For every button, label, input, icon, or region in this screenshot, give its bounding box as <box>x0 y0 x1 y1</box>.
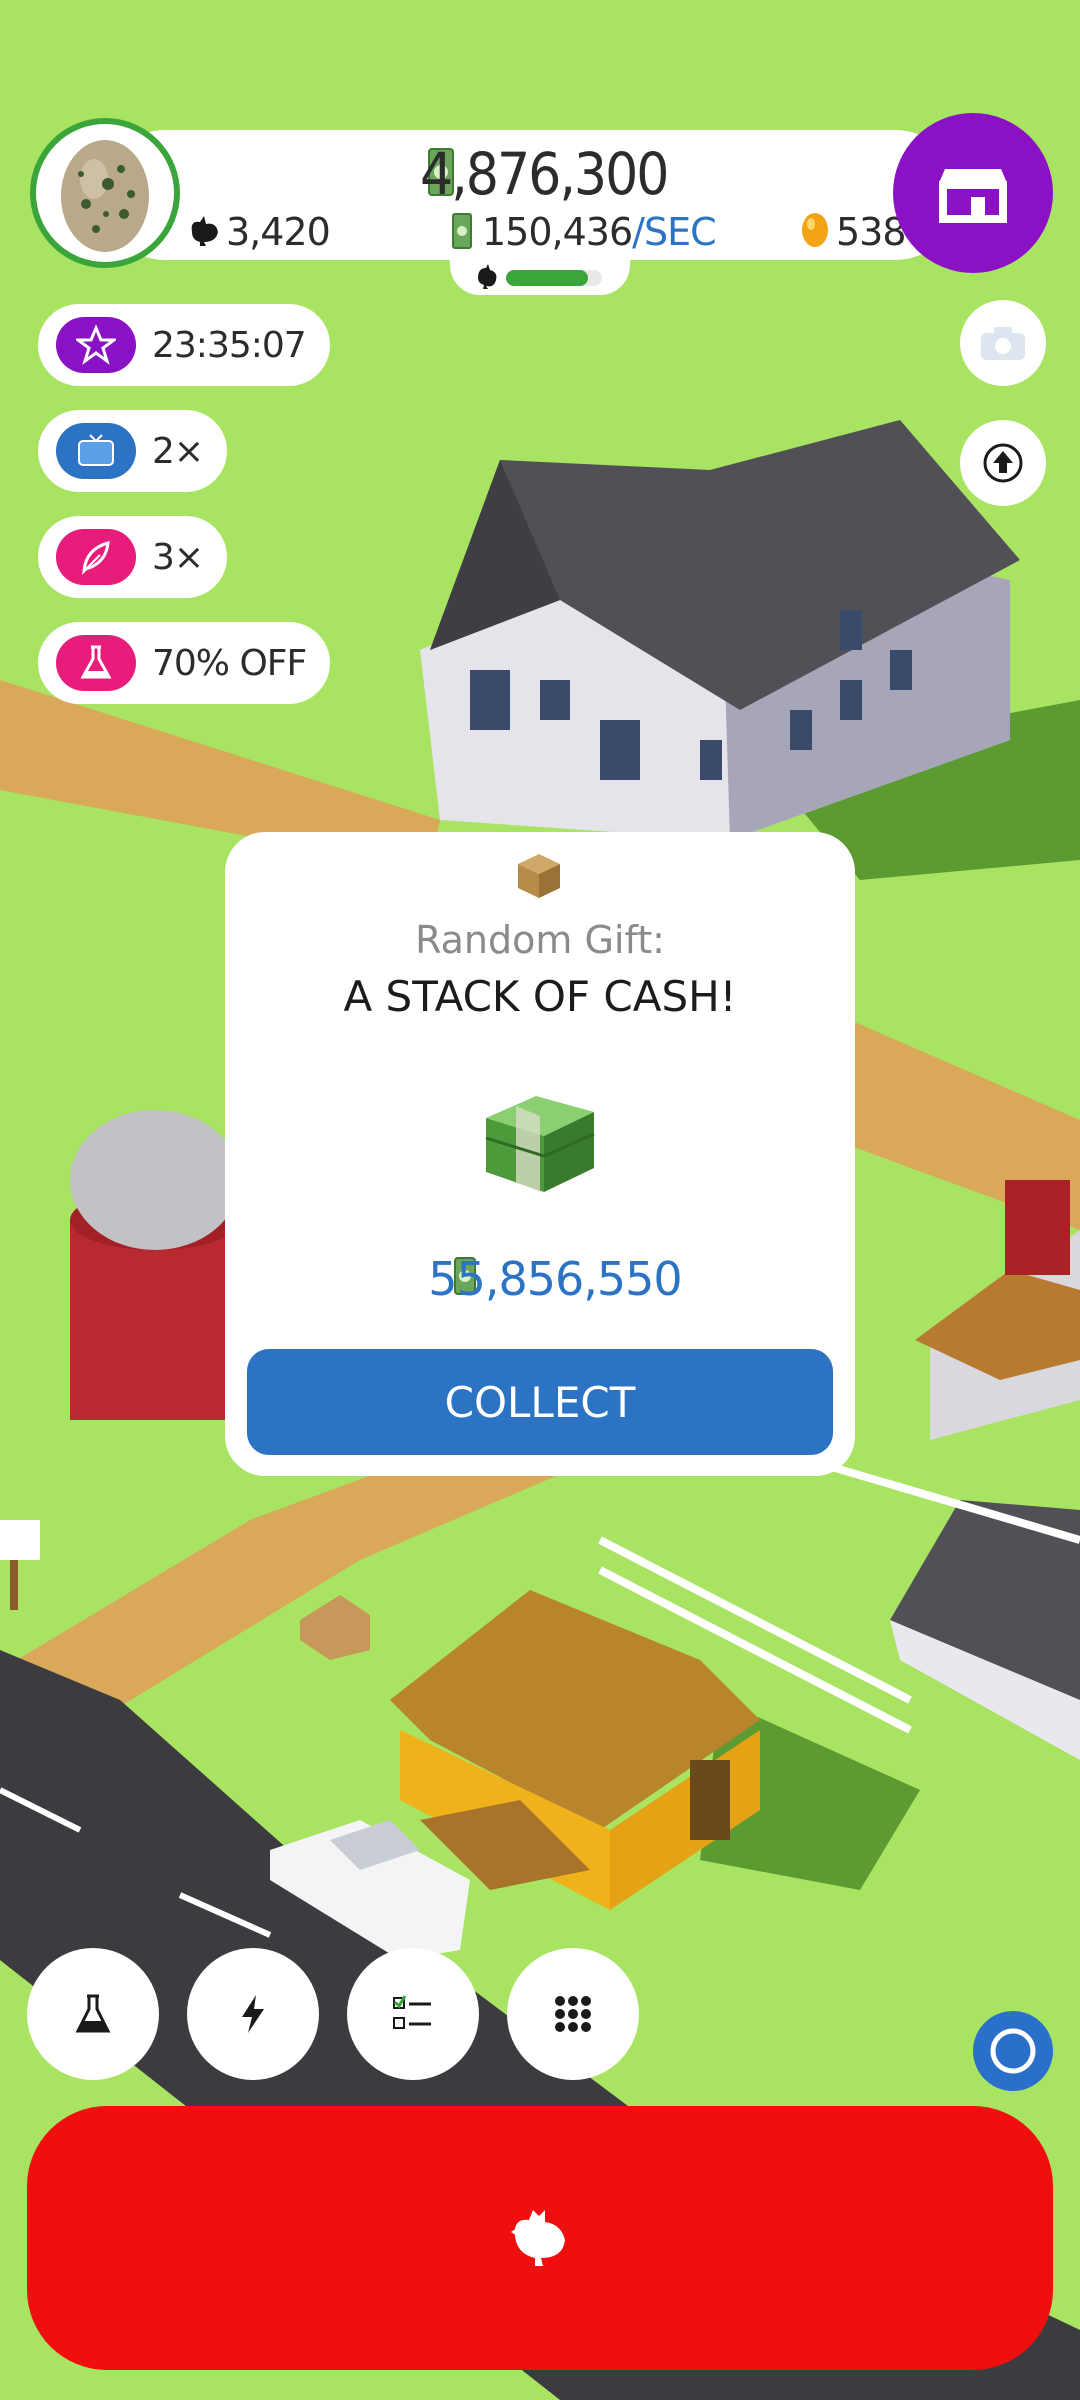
boost-icon-bg <box>56 529 136 585</box>
missions-button[interactable] <box>347 1948 479 2080</box>
circle-icon <box>990 2028 1036 2074</box>
boost-icon-bg <box>56 317 136 373</box>
egg-type-button[interactable] <box>30 118 180 268</box>
cash-rate: 150,436/SEC <box>482 210 717 254</box>
chicken-count: 3,420 <box>226 210 331 254</box>
menu-button[interactable] <box>507 1948 639 2080</box>
up-arrow-icon <box>983 443 1023 483</box>
hatch-chicken-button[interactable] <box>27 2106 1053 2370</box>
feather-icon <box>82 540 110 575</box>
flask-icon <box>80 645 112 679</box>
chick-icon <box>478 264 497 289</box>
boost-label: 23:35:07 <box>152 324 307 366</box>
gift-box-icon <box>518 854 560 898</box>
boost-icon-bg <box>56 635 136 691</box>
boosts-button[interactable] <box>187 1948 319 2080</box>
gift-amount: 55,856,550 <box>428 1252 682 1306</box>
boost-tv-multiplier[interactable]: 2× <box>38 410 228 492</box>
chicken-icon <box>511 2210 565 2266</box>
cash-icon <box>452 213 472 249</box>
upgrade-button[interactable] <box>960 420 1046 506</box>
golden-egg-icon <box>802 213 828 247</box>
progress-fill <box>506 270 588 286</box>
star-icon <box>76 325 116 365</box>
assistant-button[interactable] <box>973 2011 1053 2091</box>
cash-stack-icon <box>485 1096 595 1192</box>
lightning-icon <box>242 1995 264 2033</box>
gift-subtitle: A STACK OF CASH! <box>343 972 737 1021</box>
flask-icon <box>75 1994 111 2033</box>
shop-icon <box>939 169 1007 223</box>
boost-label: 2× <box>152 430 204 472</box>
camera-button[interactable] <box>960 300 1046 386</box>
tv-icon <box>78 434 114 466</box>
chicken-icon <box>191 216 218 246</box>
grid-icon <box>555 1996 591 2032</box>
boost-icon-bg <box>56 423 136 479</box>
boost-label: 70% OFF <box>152 642 307 684</box>
checklist-icon <box>393 1995 431 2029</box>
boost-research-discount[interactable]: 70% OFF <box>38 622 331 704</box>
speckled-egg-icon <box>61 140 149 252</box>
camera-icon <box>981 327 1025 360</box>
boost-star-timer[interactable]: 23:35:07 <box>38 304 330 386</box>
boost-label: 3× <box>152 536 204 578</box>
hatch-progress-bar <box>506 270 602 286</box>
boost-feather-multiplier[interactable]: 3× <box>38 516 228 598</box>
cash-total: 4,876,300 <box>420 140 669 208</box>
shop-button[interactable] <box>893 113 1053 273</box>
research-button[interactable] <box>27 1948 159 2080</box>
gift-title: Random Gift: <box>415 918 665 962</box>
collect-button[interactable]: COLLECT <box>247 1349 833 1455</box>
